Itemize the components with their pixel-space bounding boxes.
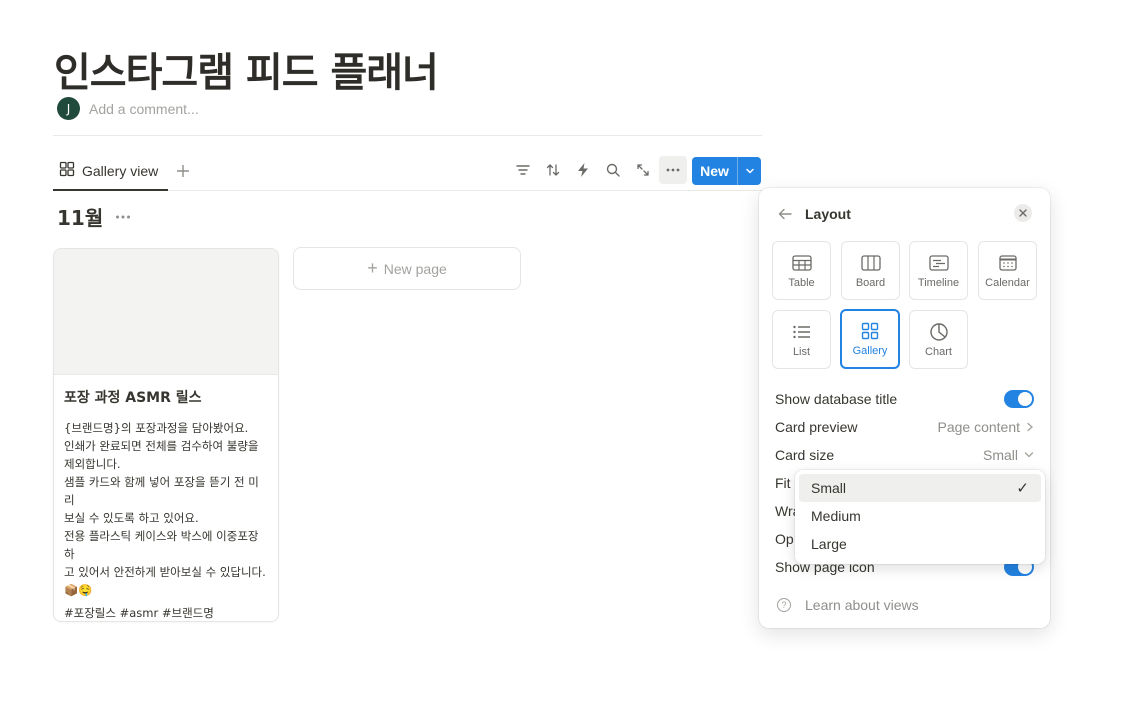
layout-option-board[interactable]: Board xyxy=(841,241,900,300)
dropdown-option-label: Large xyxy=(811,536,847,552)
card-text: {브랜드명}의 포장과정을 담아봤어요. 인쇄가 완료되면 전체를 검수하여 불… xyxy=(64,421,266,597)
open-label: Op xyxy=(775,531,794,547)
card-title: 포장 과정 ASMR 릴스 xyxy=(64,390,202,406)
gallery-icon xyxy=(59,161,75,181)
card-size-select[interactable]: Small xyxy=(983,447,1034,463)
arrow-left-icon xyxy=(778,208,792,220)
calendar-icon xyxy=(998,253,1017,273)
chevron-down-icon xyxy=(1024,452,1034,458)
sort-icon xyxy=(546,164,560,176)
new-dropdown-button[interactable] xyxy=(738,157,761,185)
card-preview-select[interactable]: Page content xyxy=(937,419,1034,435)
page-title[interactable]: 인스타그램 피드 플래너 xyxy=(54,40,439,98)
learn-label: Learn about views xyxy=(805,597,919,613)
tab-gallery-view[interactable]: Gallery view xyxy=(53,155,164,187)
help-icon: ? xyxy=(777,598,791,612)
expand-icon xyxy=(637,164,649,176)
panel-title: Layout xyxy=(805,206,851,222)
divider xyxy=(53,135,762,136)
active-tab-indicator xyxy=(53,189,168,191)
timeline-icon xyxy=(928,253,949,273)
dropdown-option-medium[interactable]: Medium xyxy=(799,502,1041,530)
card-preview-label: Card preview xyxy=(775,419,858,435)
layout-option-label: Gallery xyxy=(852,345,888,357)
more-button[interactable] xyxy=(659,156,687,184)
filter-icon xyxy=(516,165,530,175)
dropdown-option-label: Medium xyxy=(811,508,861,524)
plus-icon: + xyxy=(367,258,378,278)
show-db-title-toggle[interactable] xyxy=(1004,390,1034,408)
layout-option-label: List xyxy=(792,345,811,358)
card-cover xyxy=(54,249,278,375)
layout-option-chart[interactable]: Chart xyxy=(909,310,968,369)
more-icon xyxy=(116,215,131,218)
expand-button[interactable] xyxy=(629,156,657,184)
group-more-button[interactable] xyxy=(115,214,131,220)
dropdown-option-label: Small xyxy=(811,480,847,496)
automation-icon xyxy=(578,163,588,177)
automation-button[interactable] xyxy=(569,156,597,184)
check-icon: ✓ xyxy=(1016,480,1029,497)
layout-option-table[interactable]: Table xyxy=(772,241,831,300)
group-header: 11월 xyxy=(57,202,131,231)
comment-input[interactable]: Add a comment... xyxy=(89,101,199,117)
fit-label: Fit xyxy=(775,475,791,491)
new-button[interactable]: New xyxy=(692,157,761,185)
chevron-right-icon xyxy=(1027,422,1033,432)
layout-option-label: Table xyxy=(788,276,815,289)
add-view-button[interactable] xyxy=(173,161,193,181)
show-db-title-label: Show database title xyxy=(775,391,898,407)
plus-icon xyxy=(177,165,189,177)
dropdown-option-large[interactable]: Large xyxy=(799,530,1041,558)
group-title[interactable]: 11월 xyxy=(57,202,103,231)
gallery-icon xyxy=(861,321,879,341)
view-toolbar: Gallery view New xyxy=(53,155,762,187)
layout-option-gallery[interactable]: Gallery xyxy=(840,309,900,369)
gallery-card[interactable]: 포장 과정 ASMR 릴스 {브랜드명}의 포장과정을 담아봤어요. 인쇄가 완… xyxy=(53,248,279,622)
layout-option-label: Board xyxy=(855,276,886,289)
card-size-label: Card size xyxy=(775,447,835,463)
filter-button[interactable] xyxy=(509,156,537,184)
more-icon xyxy=(666,168,680,172)
search-button[interactable] xyxy=(599,156,627,184)
close-button[interactable] xyxy=(1014,204,1032,222)
search-icon xyxy=(606,163,620,177)
layout-option-label: Timeline xyxy=(917,276,960,289)
card-size-dropdown: Small ✓ Medium Large xyxy=(795,470,1045,564)
board-icon xyxy=(860,253,881,273)
comment-row[interactable]: J Add a comment... xyxy=(57,97,199,120)
layout-option-label: Chart xyxy=(925,345,952,358)
show-db-title-row[interactable]: Show database title xyxy=(775,385,1034,413)
sort-button[interactable] xyxy=(539,156,567,184)
card-preview-value: Page content xyxy=(937,419,1020,435)
layout-option-list[interactable]: List xyxy=(772,310,831,369)
card-size-value: Small xyxy=(982,447,1018,463)
avatar: J xyxy=(57,97,80,120)
chevron-down-icon xyxy=(745,168,754,174)
layout-option-label: Calendar xyxy=(985,276,1030,289)
learn-about-views-link[interactable]: ? Learn about views xyxy=(777,597,919,613)
card-size-row[interactable]: Card size Small xyxy=(775,441,1034,469)
layout-option-calendar[interactable]: Calendar xyxy=(978,241,1037,300)
new-page-label: New page xyxy=(383,260,447,277)
card-tags: #포장릴스 #asmr #브랜드명 xyxy=(64,606,214,620)
table-icon xyxy=(791,253,812,273)
chart-icon xyxy=(929,322,949,342)
tab-label: Gallery view xyxy=(82,163,159,179)
back-button[interactable] xyxy=(775,204,795,224)
layout-option-timeline[interactable]: Timeline xyxy=(909,241,968,300)
dropdown-option-small[interactable]: Small ✓ xyxy=(799,474,1041,502)
card-preview-row[interactable]: Card preview Page content xyxy=(775,413,1034,441)
close-icon xyxy=(1019,209,1027,217)
new-button-label[interactable]: New xyxy=(692,157,737,185)
list-icon xyxy=(792,322,812,342)
new-page-button[interactable]: + New page xyxy=(293,247,521,290)
